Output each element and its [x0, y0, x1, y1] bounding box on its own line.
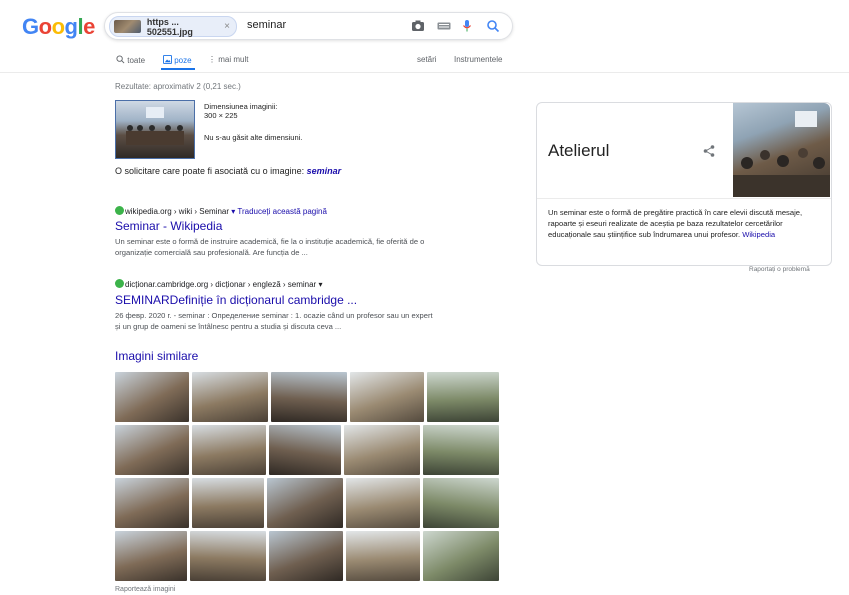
knowledge-image-drawing: [733, 111, 830, 197]
knowledge-panel-title: Atelierul: [548, 141, 610, 160]
wikipedia-favicon-icon: [115, 206, 124, 215]
result-stats: Rezultate: aproximativ 2 (0,21 sec.): [115, 82, 241, 91]
snippet-line: Un seminar este o formă de instruire aca…: [115, 237, 425, 246]
snippet-line: 26 февр. 2020 г. - seminar : Определение…: [115, 311, 433, 320]
tab-tools[interactable]: Instrumentele: [454, 55, 502, 64]
tab-settings[interactable]: setări: [417, 55, 437, 64]
similar-image-thumbnail[interactable]: [423, 478, 499, 528]
cambridge-favicon-icon: [115, 279, 124, 288]
snippet-line: organizație comercială sau profesională.…: [115, 248, 308, 257]
result-url-cambridge: dicționar.cambridge.org › dicționar › en…: [115, 279, 322, 289]
knowledge-panel-description: Un seminar este o formă de pregătire pra…: [548, 207, 823, 240]
report-problem-link[interactable]: Raportați o problemă: [749, 266, 810, 273]
result-options-chevron-icon[interactable]: ▾: [318, 280, 322, 289]
search-tabs: toate poze ⋮ mai mult setări Instrumente…: [116, 55, 516, 69]
similar-image-thumbnail[interactable]: [192, 372, 268, 422]
translate-link[interactable]: ▾ Traduceți această pagină: [231, 207, 327, 216]
chip-close-icon[interactable]: ×: [224, 21, 230, 32]
similar-images-heading[interactable]: Imagini similare: [115, 349, 198, 363]
similar-image-thumbnail[interactable]: [346, 531, 420, 581]
similar-image-thumbnail[interactable]: [267, 478, 343, 528]
image-size-value: 300 × 225: [204, 111, 238, 120]
result-title-cambridge[interactable]: SEMINARDefiniție în dicționarul cambridg…: [115, 293, 357, 307]
image-icon: [163, 55, 172, 64]
report-images-link[interactable]: Raportează imagini: [115, 586, 175, 593]
search-box[interactable]: https ... 502551.jpg × seminar: [104, 12, 513, 40]
image-chip-label: https ... 502551.jpg: [146, 16, 193, 37]
tab-all-label: toate: [127, 56, 146, 65]
similar-image-thumbnail[interactable]: [190, 531, 266, 581]
tab-images[interactable]: poze: [163, 55, 192, 65]
similar-image-thumbnail[interactable]: [192, 478, 264, 528]
header-divider: [0, 72, 849, 73]
similar-image-thumbnail[interactable]: [350, 372, 424, 422]
image-chip-thumbnail: [114, 20, 141, 33]
tab-more[interactable]: ⋮ mai mult: [208, 55, 248, 64]
similar-image-thumbnail[interactable]: [423, 425, 499, 475]
image-suggestion: O solicitare care poate fi asociată cu o…: [115, 166, 341, 176]
image-query-chip[interactable]: https ... 502551.jpg ×: [109, 16, 237, 37]
similar-image-thumbnail[interactable]: [115, 372, 189, 422]
similar-image-thumbnail[interactable]: [269, 425, 341, 475]
snippet-line: și un grup de oameni se întâlnesc pentru…: [115, 322, 342, 331]
search-input[interactable]: seminar: [247, 19, 286, 31]
similar-image-thumbnail[interactable]: [271, 372, 347, 422]
similar-image-thumbnail[interactable]: [346, 478, 420, 528]
similar-image-thumbnail[interactable]: [344, 425, 420, 475]
thumbnail-drawing: [126, 107, 184, 145]
microphone-icon[interactable]: [459, 18, 475, 34]
similar-image-thumbnail[interactable]: [115, 531, 187, 581]
search-small-icon: [116, 55, 125, 64]
similar-image-thumbnail[interactable]: [269, 531, 343, 581]
similar-image-thumbnail[interactable]: [423, 531, 499, 581]
kp-source-link[interactable]: Wikipedia: [742, 230, 775, 239]
knowledge-panel: Atelierul Un seminar este o formă de pre…: [536, 102, 832, 266]
similar-image-thumbnail[interactable]: [115, 425, 189, 475]
result-title-wikipedia[interactable]: Seminar - Wikipedia: [115, 219, 222, 233]
tab-more-label: mai mult: [218, 55, 249, 64]
tab-all[interactable]: toate: [116, 55, 145, 65]
suggestion-prefix: O solicitare care poate fi asociată cu o…: [115, 166, 305, 176]
tab-images-label: poze: [174, 56, 192, 65]
knowledge-panel-image[interactable]: [733, 103, 830, 197]
result-snippet-wikipedia: Un seminar este o formă de instruire aca…: [115, 236, 505, 258]
query-image-thumbnail[interactable]: [115, 100, 195, 159]
suggestion-link[interactable]: seminar: [307, 166, 342, 176]
active-tab-indicator: [161, 68, 195, 70]
similar-image-thumbnail[interactable]: [115, 478, 189, 528]
camera-icon[interactable]: [410, 18, 426, 34]
similar-image-thumbnail[interactable]: [192, 425, 266, 475]
knowledge-panel-divider: [537, 198, 831, 199]
search-icon[interactable]: [485, 18, 501, 34]
result-snippet-cambridge: 26 февр. 2020 г. - seminar : Определение…: [115, 310, 505, 332]
image-size-label: Dimensiunea imaginii:: [204, 102, 278, 111]
more-dots-icon: ⋮: [208, 55, 216, 64]
no-other-sizes: Nu s-au găsit alte dimensiuni.: [204, 133, 303, 142]
similar-image-thumbnail[interactable]: [427, 372, 499, 422]
result-url-text: wikipedia.org › wiki › Seminar: [125, 207, 230, 216]
google-logo[interactable]: Google: [22, 14, 95, 40]
result-url-text: dicționar.cambridge.org › dicționar › en…: [125, 280, 317, 289]
result-url-wikipedia: wikipedia.org › wiki › Seminar ▾ Traduce…: [115, 206, 327, 216]
share-icon[interactable]: [702, 144, 716, 158]
keyboard-icon[interactable]: [436, 18, 452, 34]
similar-images-grid: [115, 372, 499, 584]
